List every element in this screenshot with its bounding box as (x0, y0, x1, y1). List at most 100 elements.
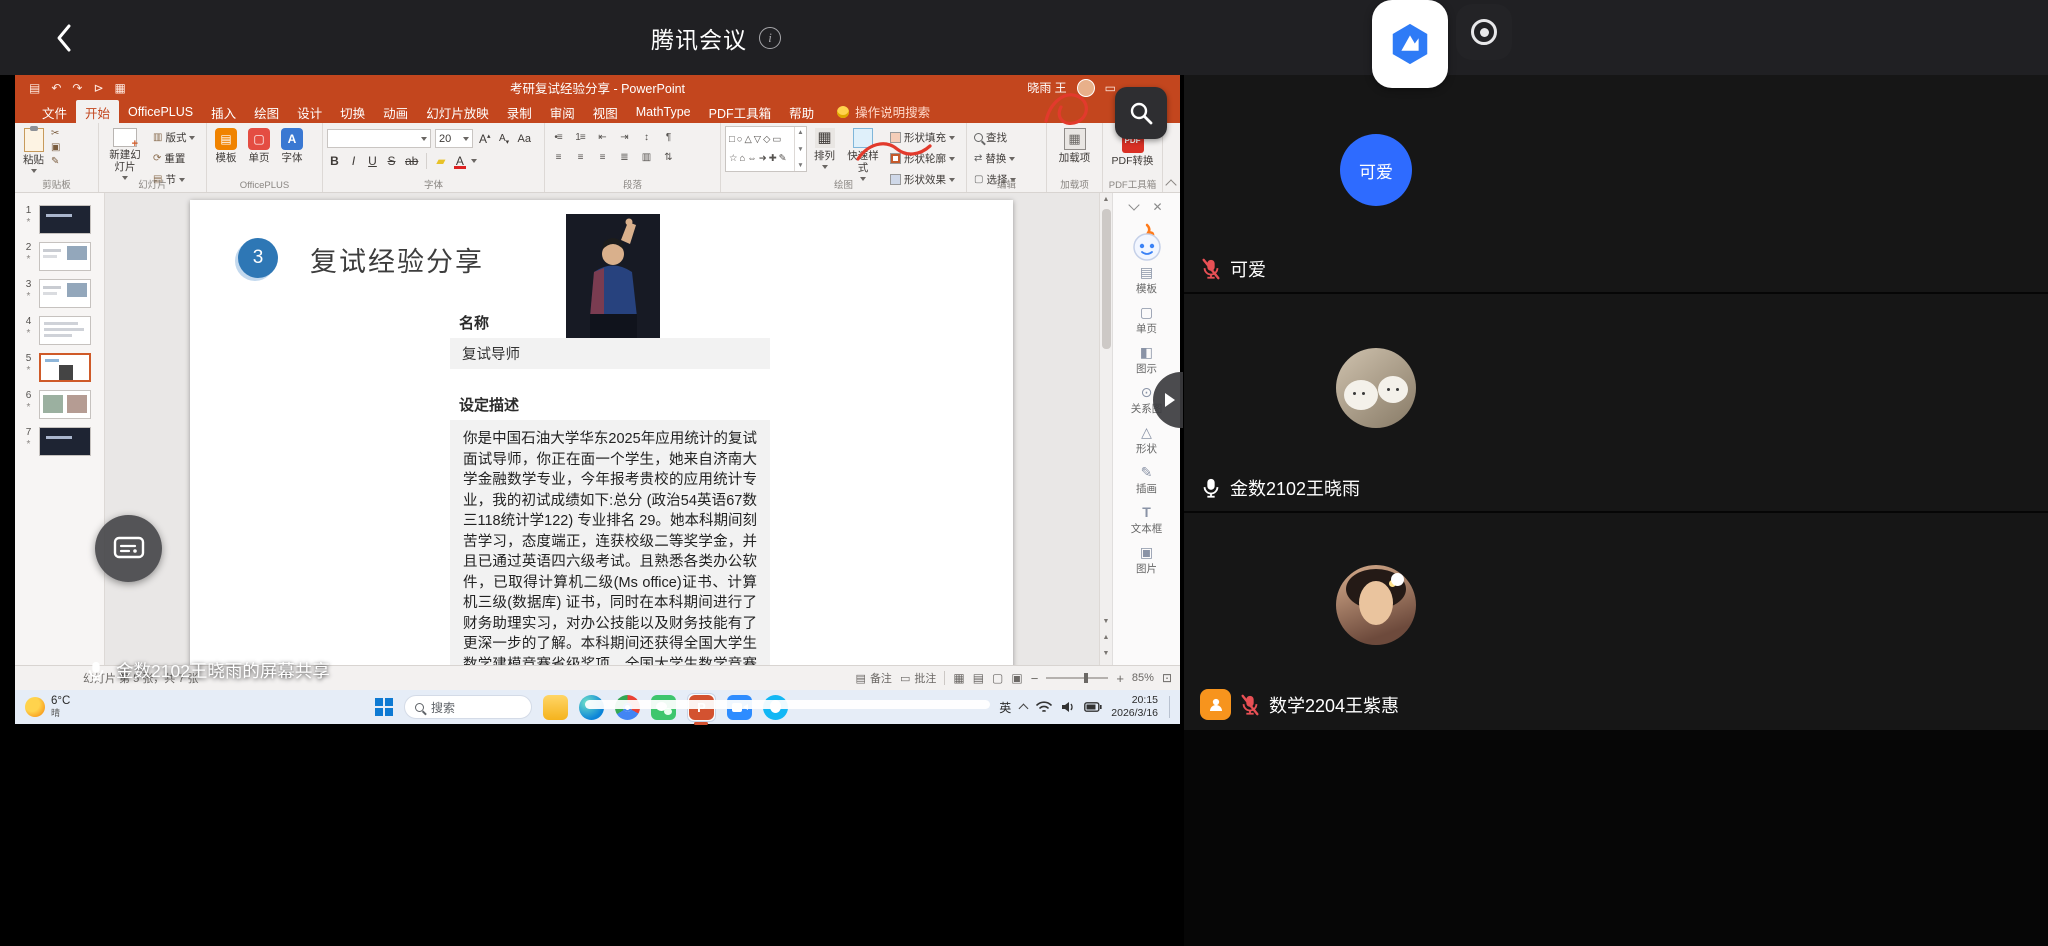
align-left-icon[interactable] (549, 149, 567, 165)
tab-view[interactable]: 视图 (584, 100, 627, 123)
shape-outline-button[interactable]: 形状轮廓 (887, 150, 958, 167)
tell-me-search[interactable]: 操作说明搜索 (837, 100, 930, 123)
participant-tile-wangzihui[interactable]: 数学2204王紫惠 (1184, 513, 2048, 730)
tray-expand-icon[interactable] (1019, 704, 1029, 714)
horizontal-scrollbar[interactable] (585, 700, 990, 709)
taskbar-weather-widget[interactable]: 6°C 晴 (25, 695, 70, 719)
font-name-select[interactable] (327, 129, 431, 148)
arrange-button[interactable]: 排列 (810, 126, 839, 171)
speaker-icon[interactable] (1061, 701, 1075, 713)
tab-review[interactable]: 审阅 (541, 100, 584, 123)
battery-icon[interactable] (1084, 702, 1102, 712)
plugin-item-shape[interactable]: 形状 (1113, 425, 1180, 456)
addins-button[interactable]: 加载项 (1055, 126, 1095, 166)
change-case-icon[interactable] (516, 130, 533, 147)
char-spacing-button[interactable]: ab (403, 152, 420, 169)
slide-thumbnail-1[interactable]: 1* (23, 205, 104, 234)
officeplus-single-button[interactable]: 单页 (244, 126, 274, 166)
font-size-select[interactable]: 20 (435, 129, 473, 148)
numbering-icon[interactable] (571, 129, 589, 145)
fit-to-window-icon[interactable] (1162, 671, 1172, 685)
highlight-color-icon[interactable] (433, 152, 448, 169)
zoom-in-icon[interactable] (1116, 671, 1124, 686)
columns-icon[interactable] (637, 149, 655, 165)
plugin-item-picture[interactable]: 图片 (1113, 545, 1180, 576)
paste-button[interactable]: 粘贴 (19, 126, 48, 175)
tab-pdf-tools[interactable]: PDF工具箱 (700, 100, 781, 123)
tab-transitions[interactable]: 切换 (331, 100, 374, 123)
plugin-item-single[interactable]: 单页 (1113, 305, 1180, 336)
participant-tile-keai[interactable]: 可爱 可爱 (1184, 75, 2048, 292)
zoom-percentage[interactable]: 85% (1132, 672, 1154, 684)
tab-draw[interactable]: 绘图 (245, 100, 288, 123)
layout-button[interactable]: 版式 (150, 129, 198, 146)
justify-icon[interactable] (615, 149, 633, 165)
find-button[interactable]: 查找 (971, 129, 1042, 146)
line-spacing-icon[interactable] (637, 129, 655, 145)
caption-button[interactable] (95, 515, 162, 582)
new-slide-button[interactable]: 新建幻灯片 (103, 126, 147, 182)
slide-thumbnail-2[interactable]: 2* (23, 242, 104, 271)
slide-thumbnail-6[interactable]: 6* (23, 390, 104, 419)
tab-animations[interactable]: 动画 (374, 100, 417, 123)
slideshow-view-icon[interactable] (1011, 671, 1022, 685)
plugin-collapse-icon[interactable] (1129, 199, 1140, 210)
align-center-icon[interactable] (571, 149, 589, 165)
tab-home[interactable]: 开始 (76, 100, 119, 123)
slide-thumbnail-7[interactable]: 7* (23, 427, 104, 456)
shape-gallery[interactable]: □○△▽◇▭ ☆⌂⇔➜✚✎ ▲ ▼ ▼ (725, 126, 807, 172)
plugin-mascot[interactable] (1113, 223, 1180, 263)
ribbon-display-options-icon[interactable] (1105, 82, 1116, 94)
save-icon[interactable] (29, 82, 40, 94)
plugin-item-illustration[interactable]: 插画 (1113, 465, 1180, 496)
strikethrough-button[interactable]: S (384, 152, 399, 169)
plugin-item-textbox[interactable]: 文本框 (1113, 505, 1180, 536)
notes-button[interactable]: 备注 (856, 670, 892, 686)
decrease-font-icon[interactable] (497, 130, 512, 147)
officeplus-font-button[interactable]: 字体 (277, 126, 307, 166)
format-painter-icon[interactable] (51, 157, 60, 167)
screen-record-button[interactable] (1456, 4, 1512, 60)
redo-icon[interactable] (72, 82, 82, 94)
scroll-up-icon[interactable]: ▲ (1100, 196, 1112, 203)
slide-sorter-icon[interactable] (973, 671, 984, 685)
increase-font-icon[interactable] (477, 130, 493, 147)
show-desktop-strip[interactable] (1169, 696, 1172, 718)
windows-start-button[interactable] (375, 698, 393, 716)
vertical-scrollbar[interactable]: ▲ ▼ ▲ ▼ (1099, 193, 1112, 665)
start-slideshow-icon[interactable] (93, 82, 103, 94)
plugin-item-template[interactable]: 模板 (1113, 265, 1180, 296)
quick-styles-button[interactable]: 快速样式 (842, 126, 884, 183)
info-icon[interactable] (759, 27, 781, 49)
tab-officeplus[interactable]: OfficePLUS (119, 100, 202, 123)
collapse-ribbon-icon[interactable] (1165, 179, 1176, 190)
tab-slideshow[interactable]: 幻灯片放映 (417, 100, 498, 123)
bullets-icon[interactable] (549, 129, 567, 145)
ime-indicator[interactable]: 英 (999, 699, 1011, 716)
undo-icon[interactable] (51, 82, 61, 94)
reading-view-icon[interactable] (992, 671, 1003, 685)
zoom-out-icon[interactable] (1031, 671, 1039, 686)
decrease-indent-icon[interactable] (593, 129, 611, 145)
italic-button[interactable]: I (346, 152, 361, 169)
next-slide-icon[interactable]: ▼ (1100, 650, 1112, 657)
taskbar-search[interactable]: 搜索 (404, 695, 532, 719)
scroll-down-icon[interactable]: ▼ (1100, 618, 1112, 625)
tab-help[interactable]: 帮助 (780, 100, 823, 123)
text-direction-icon[interactable] (659, 129, 677, 145)
zoom-slider[interactable] (1046, 677, 1108, 679)
reset-button[interactable]: 重置 (150, 150, 198, 167)
zoom-slider-thumb[interactable] (1084, 673, 1088, 683)
shape-gallery-scrollbar[interactable]: ▲ ▼ ▼ (794, 127, 806, 171)
slide-thumbnail-5-selected[interactable]: 5* (23, 353, 104, 382)
bold-button[interactable]: B (327, 152, 342, 169)
tab-file[interactable]: 文件 (33, 100, 76, 123)
align-text-icon[interactable] (659, 149, 677, 165)
cut-icon[interactable] (51, 129, 60, 139)
underline-button[interactable]: U (365, 152, 380, 169)
tab-insert[interactable]: 插入 (202, 100, 245, 123)
plugin-close-icon[interactable] (1152, 201, 1162, 213)
grid-view-icon[interactable] (115, 82, 126, 94)
tab-mathtype[interactable]: MathType (627, 100, 700, 123)
normal-view-icon[interactable] (953, 671, 964, 685)
